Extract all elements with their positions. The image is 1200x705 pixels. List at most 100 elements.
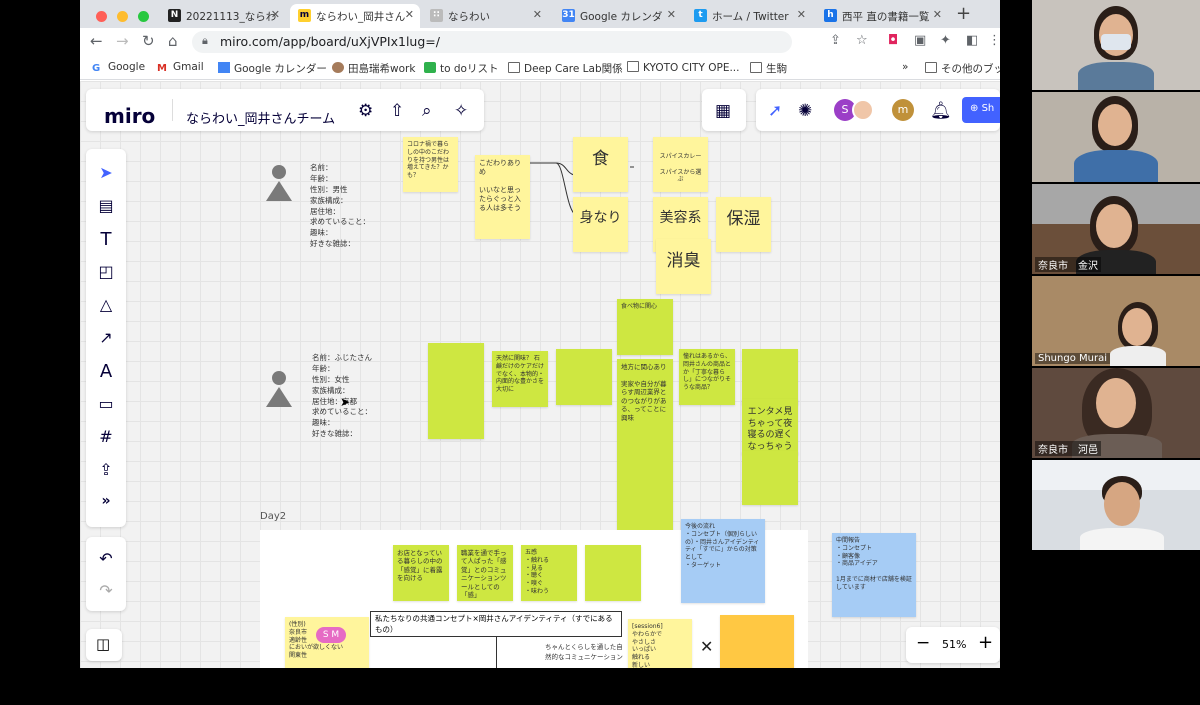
frame-title[interactable]: Day2 <box>260 511 286 522</box>
zoom-window-button[interactable] <box>138 11 150 22</box>
sticky-note[interactable] <box>428 343 484 439</box>
sticky-note[interactable]: 身なり <box>573 197 628 252</box>
bookmark-ikoma[interactable]: 生駒 <box>750 61 787 76</box>
sticky-note[interactable]: 五感 ・触れる ・見る ・聴く ・嗅ぐ ・味わう <box>521 545 577 601</box>
zoom-level[interactable]: 51% <box>942 638 966 651</box>
new-tab-button[interactable]: + <box>956 3 971 24</box>
sticky-note[interactable]: 保湿 <box>716 197 771 252</box>
more-tools-button[interactable]: » <box>86 493 126 509</box>
close-tab-icon[interactable]: ✕ <box>933 8 942 21</box>
bookmark-calendar[interactable]: Google カレンダー <box>218 61 327 76</box>
share-icon[interactable]: ⇪ <box>830 33 841 48</box>
url-field[interactable]: 🔒︎ miro.com/app/board/uXjVPIx1lug=/ <box>192 31 792 53</box>
participant-tile[interactable]: 奈良市 河邑 <box>1032 368 1200 458</box>
reload-icon[interactable]: ↻ <box>142 32 155 50</box>
select-tool-icon[interactable]: ➤ <box>86 163 126 182</box>
participant-tile[interactable] <box>1032 0 1200 90</box>
tab-narawai[interactable]: ∷ ならわい ✕ <box>422 4 548 28</box>
menu-icon[interactable]: ⋮ <box>988 33 1000 48</box>
bookmark-kyoto[interactable]: KYOTO CITY OPE... <box>627 61 739 74</box>
tab-calendar[interactable]: 31 Google カレンダ ✕ <box>554 4 682 28</box>
bookmark-deepcare[interactable]: Deep Care Lab関係 <box>508 61 623 76</box>
sticky-note[interactable] <box>556 349 612 405</box>
cursor-follow-icon[interactable]: ➚ <box>768 101 782 121</box>
bookmark-gmail[interactable]: M Gmail <box>157 61 204 74</box>
canvas-text[interactable]: ちゃんとくらしを通した自然的なコミュニケーション <box>545 641 623 661</box>
participant-tile[interactable]: Shungo Murai <box>1032 276 1200 366</box>
profile-icon[interactable]: ◧ <box>966 33 978 48</box>
close-tab-icon[interactable]: ✕ <box>271 8 280 21</box>
sticky-note[interactable]: こだわりありめ いいなと思ったらぐっと入る人は多そう <box>475 155 530 239</box>
magic-icon[interactable]: ✧ <box>454 101 468 121</box>
sticky-note[interactable]: お店となっている暮らしの中の「感覚」に着露を向ける <box>393 545 449 601</box>
board-name[interactable]: ならわい_岡井さんチーム <box>186 108 335 127</box>
sticky-note[interactable]: [session6] やわらかで やさしさ いっぱい 触れる 新しい 見つかる <box>628 619 692 668</box>
bookmark-google[interactable]: G Google <box>92 61 145 74</box>
concept-title-box[interactable]: 私たちなりの共通コンセプト×岡井さんアイデンティティ（すでにあるもの） <box>370 611 622 637</box>
miro-board-canvas[interactable]: miro ならわい_岡井さんチーム ⚙ ⇧ ⌕ ✧ ▦ ➚ ✺ S m 🔔︎ ⊕… <box>80 81 1000 668</box>
participant-tile[interactable] <box>1032 92 1200 182</box>
sticky-note[interactable] <box>585 545 641 601</box>
sticky-note[interactable]: 消臭 <box>656 239 711 294</box>
close-tab-icon[interactable]: ✕ <box>797 8 806 21</box>
sticky-note[interactable]: 食べ物に関心 <box>617 299 673 355</box>
forward-icon[interactable]: → <box>116 32 129 50</box>
avatar[interactable]: m <box>892 99 914 121</box>
apps-icon[interactable]: ▦ <box>715 101 731 121</box>
shapes-tool-icon[interactable]: △ <box>86 295 126 314</box>
home-icon[interactable]: ⌂ <box>168 32 178 50</box>
export-icon[interactable]: ⇧ <box>390 101 404 121</box>
tab-notion[interactable]: N 20221113_ならわ ✕ <box>160 4 286 28</box>
bookmark-tajima[interactable]: 田島瑞希work <box>332 61 415 76</box>
extensions-icon[interactable]: ✦ <box>940 33 951 48</box>
bookmark-todo[interactable]: to doリスト <box>424 61 498 76</box>
notion-extension-icon[interactable]: ▣ <box>914 33 926 48</box>
sticky-note[interactable]: 食 <box>573 137 628 192</box>
sticky-note[interactable]: 今後の流れ ・コンセプト（個別らしいの）・岡井さんアイデンティティ「すでに」から… <box>681 519 765 603</box>
bookmark-other[interactable]: その他のブッ <box>925 61 1000 76</box>
close-tab-icon[interactable]: ✕ <box>667 8 676 21</box>
upload-tool-icon[interactable]: ⇪ <box>86 460 126 479</box>
sticky-note-tool-icon[interactable]: ◰ <box>86 262 126 281</box>
tab-books[interactable]: h 西平 直の書籍一覧 ✕ <box>816 4 948 28</box>
avatar[interactable] <box>852 99 874 121</box>
settings-icon[interactable]: ⚙ <box>358 101 373 121</box>
text-tool-icon[interactable]: T <box>86 229 126 250</box>
comment-tool-icon[interactable]: ▭ <box>86 394 126 413</box>
sticky-note[interactable]: 憧れはあるから、岡井さんの商品とか「丁寧な暮らし」につながりそうな商品？ <box>679 349 735 405</box>
pen-tool-icon[interactable]: A <box>86 361 126 382</box>
sticky-note[interactable]: 天然に関味？ 石鹸だけのケアだけでなく、本物的・内面的な豊かさを大切に <box>492 351 548 407</box>
celebrate-icon[interactable]: ✺ <box>798 101 812 121</box>
connection-line-tool-icon[interactable]: ↗ <box>86 328 126 347</box>
search-icon[interactable]: ⌕ <box>422 101 432 121</box>
persona-text-1[interactable]: 名前： 年齢： 性別：男性 家族構成： 居住地： 求めていること： 趣味： 好き… <box>310 163 370 250</box>
close-tab-icon[interactable]: ✕ <box>533 8 542 21</box>
participant-tile[interactable]: 奈良市 金沢 <box>1032 184 1200 274</box>
notifications-icon[interactable]: 🔔︎ <box>930 101 952 121</box>
close-tab-icon[interactable]: ✕ <box>405 8 414 21</box>
tab-twitter[interactable]: t ホーム / Twitter ✕ <box>686 4 812 28</box>
sticky-note[interactable]: 職業を通で手って人ぱった「感覚」とのコミュニケーションツールとしての「感」 <box>457 545 513 601</box>
miro-logo[interactable]: miro <box>104 104 155 128</box>
redo-icon[interactable]: ↷ <box>86 581 126 600</box>
frame-tool-icon[interactable]: # <box>86 427 126 446</box>
back-icon[interactable]: ← <box>90 32 103 50</box>
zoom-in-icon[interactable]: + <box>978 632 993 653</box>
share-button[interactable]: ⊕ Sh <box>962 97 1000 123</box>
templates-tool-icon[interactable]: ▤ <box>86 196 126 215</box>
undo-icon[interactable]: ↶ <box>86 549 126 568</box>
close-icon[interactable]: ✕ <box>700 637 713 656</box>
participant-tile[interactable] <box>1032 460 1200 550</box>
minimize-window-button[interactable] <box>117 11 129 22</box>
sticky-note[interactable]: スパイスカレー スパイスから選ぶ <box>653 137 708 192</box>
zoom-out-icon[interactable]: − <box>916 633 930 653</box>
person-shape[interactable] <box>266 371 292 407</box>
sticky-note[interactable] <box>742 349 798 405</box>
sticky-note[interactable]: 中間報告 ・コンセプト ・顧客像 ・商品アイデア 1月までに商材で店舗を検証して… <box>832 533 916 617</box>
close-window-button[interactable] <box>96 11 107 22</box>
frames-panel-button[interactable]: ◫ <box>86 629 122 661</box>
person-shape[interactable] <box>266 165 292 201</box>
tab-miro-board[interactable]: m ならわい_岡井さん ✕ <box>290 4 420 28</box>
sticky-note[interactable]: コロナ禍で暮らしの中のこだわりを持つ男性は増えてきた？かも？ <box>403 137 458 192</box>
bookmarks-more-button[interactable]: » <box>902 61 908 73</box>
